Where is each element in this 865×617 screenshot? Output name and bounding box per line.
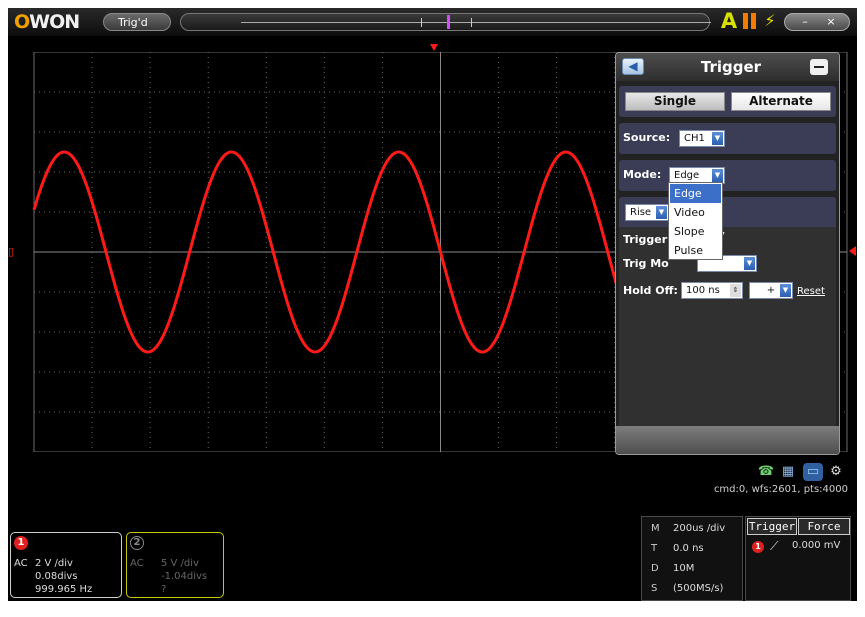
alternate-trigger-button[interactable]: Alternate [731, 92, 831, 111]
mode-option-pulse[interactable]: Pulse [670, 241, 721, 260]
ch1-info-box[interactable]: 1 AC 2 V /div 0.08divs 999.965 Hz [10, 532, 122, 598]
mode-label: Mode: [623, 168, 662, 181]
power-icon[interactable]: ⚡ [763, 11, 777, 31]
close-button[interactable]: × [821, 14, 841, 30]
mode-value: Edge [674, 170, 700, 181]
top-bar: OWON Trig'd A ⚡ – × [8, 8, 857, 36]
oscilloscope-window: OWON Trig'd A ⚡ – × ▯ ◀ Trigger Single A… [8, 8, 857, 601]
stepper-icon[interactable]: ⇕ [730, 284, 741, 297]
trigger-level-marker[interactable] [849, 246, 856, 256]
gear-icon[interactable]: ⚙ [827, 463, 845, 481]
ch1-frequency: 999.965 Hz [35, 584, 93, 595]
utility-icons: ☎ ▦ ▭ ⚙ [753, 463, 853, 483]
slope-row: Rise ▼ [619, 197, 836, 227]
trigger-position-marker[interactable] [430, 44, 438, 51]
trigger-status-badge: Trig'd [103, 13, 171, 31]
horizontal-position-bar[interactable] [180, 13, 711, 31]
source-value: CH1 [684, 133, 705, 144]
hold-off-value: 100 ns [686, 285, 720, 296]
timebase-row: T 0.0 ns [651, 543, 704, 554]
hold-off-input[interactable]: 100 ns ⇕ [681, 282, 743, 299]
ch2-badge: 2 [130, 536, 144, 550]
timebase-row: S (500MS/s) [651, 583, 724, 594]
trig-mode-label: Trig Mo [623, 257, 669, 270]
ch2-frequency: ? [161, 584, 167, 595]
trigger-buttons: Trigger Force [746, 517, 850, 536]
rising-edge-icon: ⟋ [770, 539, 779, 553]
panel-minimize-button[interactable] [810, 59, 828, 75]
timebar-position-marker[interactable] [447, 15, 450, 29]
timebar-tick [421, 18, 422, 27]
trigger-label: Trigger: [623, 233, 672, 246]
chevron-down-icon: ▼ [780, 284, 791, 297]
window-controls: – × [784, 13, 850, 31]
save-icon[interactable]: ▦ [779, 463, 797, 481]
mode-section: Mode: Edge ▼ [619, 160, 836, 191]
hold-off-sign: + [766, 285, 776, 296]
ch1-offset: 0.08divs [35, 571, 78, 582]
trigger-panel: ◀ Trigger Single Alternate Source: CH1 ▼… [615, 52, 840, 455]
hold-off-sign-select[interactable]: + ▼ [749, 282, 793, 299]
source-select[interactable]: CH1 ▼ [679, 130, 725, 147]
ch2-offset: -1.04divs [161, 571, 208, 582]
acquisition-stats: cmd:0, wfs:2601, pts:4000 [713, 484, 848, 495]
chevron-down-icon: ▼ [712, 132, 723, 145]
trigger-type-section: Single Alternate [619, 86, 836, 117]
timebase-row: D 10M [651, 563, 695, 574]
pause-icon[interactable] [742, 13, 758, 29]
mode-option-edge[interactable]: Edge [670, 184, 721, 203]
single-trigger-button[interactable]: Single [625, 92, 725, 111]
timebar-tick [471, 18, 472, 27]
source-section: Source: CH1 ▼ [619, 123, 836, 154]
hold-off-label: Hold Off: [623, 284, 678, 297]
mode-option-slope[interactable]: Slope [670, 222, 721, 241]
ch1-badge: 1 [14, 536, 28, 550]
chevron-down-icon: ▼ [656, 206, 667, 219]
slope-value: Rise [630, 207, 652, 218]
force-button[interactable]: Force [798, 518, 850, 535]
minimize-button[interactable]: – [795, 14, 815, 30]
ch1-volts-div: 2 V /div [35, 558, 73, 569]
trigger-panel-header: ◀ Trigger [616, 53, 839, 81]
back-arrow-icon[interactable]: ◀ [622, 58, 644, 75]
phone-link-icon[interactable]: ☎ [757, 463, 775, 481]
display-icon[interactable]: ▭ [803, 463, 823, 481]
edge-settings-section: Rise ▼ Trigger: / Trig Mo ▼ Hold Off: 10… [619, 197, 836, 447]
timebase-info-box[interactable]: M 200us /div T 0.0 ns D 10M S (500MS/s) [641, 516, 743, 601]
trigger-button[interactable]: Trigger [747, 518, 797, 535]
ch2-coupling: AC [130, 558, 144, 569]
auto-set-icon[interactable]: A [720, 10, 738, 32]
reset-link[interactable]: Reset [797, 286, 825, 297]
mode-dropdown-list: Edge Video Slope Pulse [668, 182, 723, 260]
trigger-info-box: Trigger Force 1 ⟋ 0.000 mV [745, 516, 851, 601]
mode-option-video[interactable]: Video [670, 203, 721, 222]
trigger-panel-footer [616, 426, 839, 454]
trigger-source-badge: 1 [752, 541, 764, 553]
timebar-track [241, 22, 711, 23]
ch1-offset-marker[interactable]: ▯ [8, 245, 20, 259]
trigger-level-value: 0.000 mV [792, 540, 841, 551]
slope-select[interactable]: Rise ▼ [625, 204, 669, 221]
trigger-panel-title: Trigger [700, 58, 762, 76]
owon-logo: OWON [14, 11, 80, 33]
ch1-coupling: AC [14, 558, 28, 569]
ch2-info-box[interactable]: 2 AC 5 V /div -1.04divs ? [126, 532, 224, 598]
chevron-down-icon: ▼ [712, 169, 723, 182]
ch2-volts-div: 5 V /div [161, 558, 199, 569]
timebase-row: M 200us /div [651, 523, 726, 534]
source-label: Source: [623, 131, 671, 144]
chevron-down-icon: ▼ [744, 257, 755, 270]
